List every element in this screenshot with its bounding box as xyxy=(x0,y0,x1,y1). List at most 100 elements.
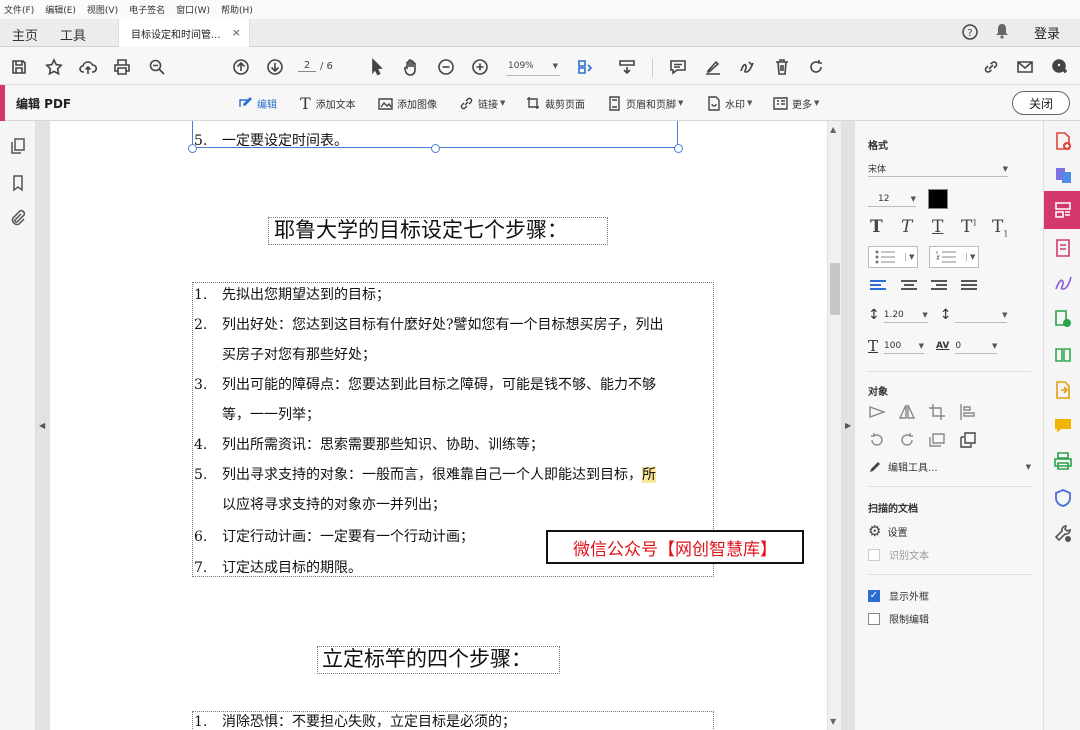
list-item[interactable]: 5. 一定要设定时间表。 xyxy=(194,130,348,150)
page-fit-icon[interactable] xyxy=(574,56,596,78)
fill-sign-icon[interactable] xyxy=(1053,273,1073,293)
zoom-in-icon[interactable] xyxy=(469,56,491,78)
cloud-upload-icon[interactable] xyxy=(77,56,99,78)
organize-pages-icon[interactable] xyxy=(1053,238,1073,258)
bold-icon[interactable]: T xyxy=(870,217,883,237)
settings-button[interactable]: ⚙ 设置 xyxy=(868,522,907,540)
link-button[interactable]: 链接 ▼ xyxy=(459,94,505,112)
heading-box[interactable]: 立定标竿的四个步骤： xyxy=(317,646,560,674)
superscript-icon[interactable]: T1 xyxy=(961,217,977,237)
watermark-button[interactable]: 水印 ▼ xyxy=(706,94,752,112)
close-edit-button[interactable]: 关闭 xyxy=(1012,91,1070,115)
align-justify-icon[interactable] xyxy=(961,280,977,294)
replace-image-icon[interactable] xyxy=(928,431,948,449)
select-cursor-icon[interactable] xyxy=(366,56,388,78)
menu-view[interactable]: 视图(V) xyxy=(87,3,118,16)
save-icon[interactable] xyxy=(8,56,30,78)
link-share-icon[interactable] xyxy=(980,56,1002,78)
bullet-list-dropdown[interactable]: ▼ xyxy=(868,246,918,268)
create-pdf-icon[interactable] xyxy=(1053,131,1073,151)
scroll-down-icon[interactable]: ▼ xyxy=(830,717,836,726)
line-spacing-select[interactable]: 1.20 ▼ xyxy=(883,307,928,323)
menu-edit[interactable]: 编辑(E) xyxy=(45,3,76,16)
align-center-icon[interactable] xyxy=(901,280,917,294)
bell-icon[interactable] xyxy=(995,23,1009,43)
highlight-pen-icon[interactable] xyxy=(702,56,724,78)
export-pdf-icon[interactable] xyxy=(1053,165,1073,185)
heading-box[interactable]: 耶鲁大学的目标设定七个步骤： xyxy=(268,217,608,245)
crop-page-button[interactable]: 裁剪页面 xyxy=(526,94,585,112)
crop-icon[interactable] xyxy=(928,403,948,421)
more-tools-wrench-icon[interactable] xyxy=(1053,524,1073,544)
resize-handle[interactable] xyxy=(431,144,440,153)
tab-tools[interactable]: 工具 xyxy=(60,25,86,44)
rotate-right-icon[interactable] xyxy=(898,431,918,449)
left-panel-toggle[interactable]: ◀ xyxy=(36,121,50,730)
menu-esign[interactable]: 电子签名 xyxy=(129,3,165,16)
zoom-out-icon[interactable] xyxy=(435,56,457,78)
zoom-dropdown[interactable]: 109% ▼ xyxy=(506,56,560,76)
horizontal-scale-select[interactable]: 100 ▼ xyxy=(884,338,925,354)
font-color-swatch[interactable] xyxy=(928,189,948,209)
print-icon[interactable] xyxy=(111,56,133,78)
more-button[interactable]: 更多 ▼ xyxy=(773,94,819,112)
next-page-icon[interactable] xyxy=(264,56,286,78)
protect-shield-icon[interactable] xyxy=(1053,488,1073,508)
subscript-icon[interactable]: T1 xyxy=(992,217,1008,238)
comment-icon[interactable] xyxy=(667,56,689,78)
menu-help[interactable]: 帮助(H) xyxy=(221,3,253,16)
tab-home[interactable]: 主页 xyxy=(12,25,38,44)
align-right-icon[interactable] xyxy=(931,280,947,294)
send-for-review-icon[interactable] xyxy=(1053,309,1073,329)
right-panel-toggle[interactable]: ▶ xyxy=(841,121,855,730)
page-thumbnails-icon[interactable] xyxy=(9,137,27,155)
scroll-mode-icon[interactable] xyxy=(616,56,638,78)
close-tab-icon[interactable]: × xyxy=(232,26,241,39)
edit-button[interactable]: 编辑 xyxy=(238,94,277,112)
edit-tool-dropdown[interactable]: 编辑工具... ▼ xyxy=(868,459,1031,474)
attachment-icon[interactable] xyxy=(9,209,27,227)
header-footer-button[interactable]: 页眉和页脚 ▼ xyxy=(607,94,683,112)
rotate-icon[interactable] xyxy=(805,56,827,78)
italic-icon[interactable]: T xyxy=(901,217,912,237)
login-link[interactable]: 登录 xyxy=(1034,23,1060,42)
add-text-button[interactable]: T 添加文本 xyxy=(300,94,356,113)
prev-page-icon[interactable] xyxy=(230,56,252,78)
page-number-input[interactable]: 2 xyxy=(298,60,316,72)
char-spacing-select[interactable]: 0 ▼ xyxy=(955,338,998,354)
bookmark-star-icon[interactable] xyxy=(43,56,65,78)
arrange-icon[interactable] xyxy=(959,431,979,449)
comment-tool-icon[interactable] xyxy=(1053,416,1073,436)
email-icon[interactable] xyxy=(1014,56,1036,78)
menu-window[interactable]: 窗口(W) xyxy=(176,3,210,16)
paragraph-spacing-select[interactable]: ▼ xyxy=(955,307,1008,323)
sign-icon[interactable] xyxy=(736,56,758,78)
find-icon[interactable] xyxy=(146,56,168,78)
scroll-thumb[interactable] xyxy=(830,263,840,315)
menu-file[interactable]: 文件(F) xyxy=(4,3,34,16)
delete-icon[interactable] xyxy=(771,56,793,78)
help-icon[interactable]: ? xyxy=(961,23,979,45)
flip-horizontal-icon[interactable] xyxy=(898,403,918,421)
bookmarks-icon[interactable] xyxy=(9,174,27,192)
recognize-text-checkbox[interactable]: 识别文本 xyxy=(868,547,929,562)
add-user-icon[interactable] xyxy=(1049,56,1071,78)
underline-icon[interactable]: T xyxy=(932,217,943,237)
font-family-select[interactable]: 宋体 ▼ xyxy=(868,161,1008,177)
compare-icon[interactable] xyxy=(1053,345,1073,365)
export-file-icon[interactable] xyxy=(1053,380,1073,400)
align-objects-icon[interactable] xyxy=(959,403,979,421)
flip-vertical-icon[interactable] xyxy=(868,403,888,421)
rotate-left-icon[interactable] xyxy=(868,431,888,449)
align-left-icon[interactable] xyxy=(870,280,886,294)
scroll-up-icon[interactable]: ▲ xyxy=(830,125,836,134)
font-size-select[interactable]: 12 ▼ xyxy=(868,191,916,207)
hand-tool-icon[interactable] xyxy=(400,56,422,78)
restrict-edit-checkbox[interactable]: 限制编辑 xyxy=(868,611,929,626)
show-bbox-checkbox[interactable]: ✓ 显示外框 xyxy=(868,588,929,603)
tab-document[interactable]: 目标设定和时间管... × xyxy=(118,19,250,47)
resize-handle[interactable] xyxy=(674,144,683,153)
scan-print-icon[interactable] xyxy=(1053,451,1073,471)
numbered-list-dropdown[interactable]: ▼ xyxy=(929,246,979,268)
vertical-scrollbar[interactable]: ▲ ▼ xyxy=(827,121,841,730)
